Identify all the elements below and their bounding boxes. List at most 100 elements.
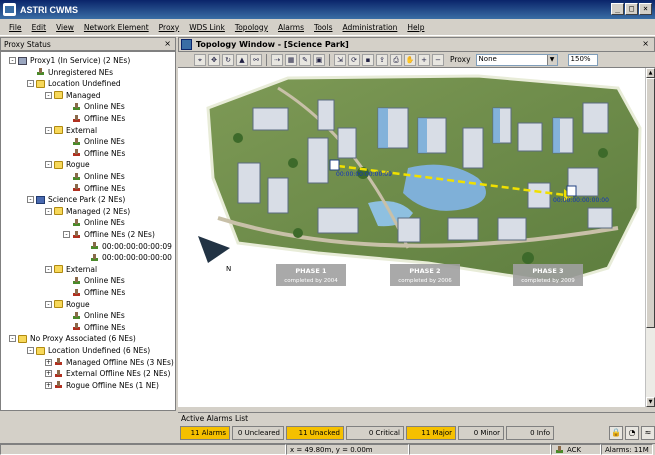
tree-item[interactable]: - Location Undefined (6 NEs) xyxy=(27,345,150,356)
tree-item[interactable]: Offline NEs xyxy=(63,322,125,333)
collapse-icon[interactable]: - xyxy=(9,335,16,343)
menu-view[interactable]: View xyxy=(51,23,79,32)
tree-item[interactable]: Online NEs xyxy=(63,101,125,112)
menu-help[interactable]: Help xyxy=(402,23,429,32)
tree-item[interactable]: Online NEs xyxy=(63,310,125,321)
zoom-in-icon[interactable]: + xyxy=(418,53,430,66)
collapse-icon[interactable]: - xyxy=(27,196,34,204)
tree-item[interactable]: Unregistered NEs xyxy=(27,67,113,78)
alarm-count-critical[interactable]: 0 Critical xyxy=(346,426,404,440)
tree-item[interactable]: Offline NEs xyxy=(63,148,125,159)
pan-icon[interactable]: ✋ xyxy=(404,53,416,66)
tree-item[interactable]: - External xyxy=(45,264,97,275)
connect-icon[interactable]: ⇢ xyxy=(271,53,283,66)
alarm-count-major[interactable]: 11 Major xyxy=(406,426,456,440)
alarm-count-info[interactable]: 0 Info xyxy=(506,426,554,440)
close-button[interactable]: × xyxy=(639,3,652,15)
tree-item[interactable]: Online NEs xyxy=(63,275,125,286)
menu-tools[interactable]: Tools xyxy=(309,23,337,32)
tree-item[interactable]: - Proxy1 (In Service) (2 NEs) xyxy=(9,55,130,66)
refresh-icon[interactable]: ⟳ xyxy=(348,53,360,66)
menu-administration[interactable]: Administration xyxy=(338,23,403,32)
scroll-down-icon[interactable]: ▼ xyxy=(646,397,655,407)
topology-canvas[interactable]: 00:00:00:00:00:09 00:00:00:00:00:00 N PH… xyxy=(178,68,645,407)
collapse-icon[interactable]: - xyxy=(9,57,16,64)
collapse-icon[interactable]: - xyxy=(45,300,52,308)
collapse-icon[interactable]: - xyxy=(45,91,52,99)
select-tool-icon[interactable]: ⌖ xyxy=(194,53,206,66)
tree-item[interactable]: - Science Park (2 NEs) xyxy=(27,194,125,205)
collapse-icon[interactable]: - xyxy=(45,161,52,169)
tree-item[interactable]: Online NEs xyxy=(63,171,125,182)
close-topology-icon[interactable]: × xyxy=(642,39,649,48)
collapse-icon[interactable]: - xyxy=(27,80,34,88)
scroll-up-icon[interactable]: ▲ xyxy=(646,68,655,78)
tree-item[interactable]: - Rogue xyxy=(45,159,90,170)
tree-item[interactable]: - Managed (2 NEs) xyxy=(45,206,130,217)
menu-wds-link[interactable]: WDS Link xyxy=(184,23,230,32)
edit-map-icon[interactable]: ✎ xyxy=(299,53,311,66)
tree-item[interactable]: Offline NEs xyxy=(63,113,125,124)
maximize-button[interactable]: □ xyxy=(625,3,638,15)
tree-item[interactable]: 00:00:00:00:00:00 xyxy=(81,252,172,263)
node-marker[interactable] xyxy=(566,185,577,197)
alarm-count-total[interactable]: 11 Alarms xyxy=(180,426,230,440)
menu-topology[interactable]: Topology xyxy=(230,23,273,32)
collapse-icon[interactable]: - xyxy=(45,126,52,134)
rotate-tool-icon[interactable]: ↻ xyxy=(222,53,234,66)
tree-item[interactable]: 00:00:00:00:00:09 xyxy=(81,241,172,252)
menu-network-element[interactable]: Network Element xyxy=(79,23,154,32)
collapse-icon[interactable]: - xyxy=(27,347,34,354)
collapse-icon[interactable]: - xyxy=(45,207,52,215)
tree-item[interactable]: - Rogue xyxy=(45,299,90,310)
tree-item[interactable]: - Offline NEs (2 NEs) xyxy=(63,229,155,240)
tree-item[interactable]: - No Proxy Associated (6 NEs) xyxy=(9,333,136,344)
proxy-select[interactable]: None ▼ xyxy=(475,53,558,66)
menu-alarms[interactable]: Alarms xyxy=(273,23,309,32)
arrange-icon[interactable]: ⇲ xyxy=(334,53,346,66)
menu-edit[interactable]: Edit xyxy=(27,23,52,32)
link-tool-icon[interactable]: ⚯ xyxy=(250,53,262,66)
tree-item[interactable]: + Rogue Offline NEs (1 NE) xyxy=(45,380,159,391)
zoom-out-icon[interactable]: − xyxy=(432,53,444,66)
alarm-count-unacked[interactable]: 11 Unacked xyxy=(286,426,344,440)
alarm-count-uncleared[interactable]: 0 Uncleared xyxy=(232,426,284,440)
save-icon[interactable]: ▪ xyxy=(362,53,374,66)
tree-item[interactable]: Offline NEs xyxy=(63,183,125,194)
node-marker[interactable] xyxy=(329,159,340,171)
alarm-count-minor[interactable]: 0 Minor xyxy=(458,426,504,440)
menu-proxy[interactable]: Proxy xyxy=(154,23,185,32)
node-label-2[interactable]: 00:00:00:00:00:00 xyxy=(553,197,609,204)
expand-icon[interactable]: + xyxy=(45,381,52,389)
expand-up-icon[interactable]: ≈ xyxy=(641,426,655,440)
move-tool-icon[interactable]: ✥ xyxy=(208,53,220,66)
tree-item[interactable]: + Managed Offline NEs (3 NEs) xyxy=(45,357,174,368)
add-node-icon[interactable]: ▲ xyxy=(236,53,248,66)
ack-indicator[interactable]: ACK xyxy=(551,444,601,455)
expand-icon[interactable]: + xyxy=(45,358,52,366)
tree-item[interactable]: - Managed xyxy=(45,90,101,101)
map-icon[interactable]: ▦ xyxy=(285,53,297,66)
menu-file[interactable]: File xyxy=(4,23,27,32)
tree-item[interactable]: Online NEs xyxy=(63,217,125,228)
tree-item[interactable]: - External xyxy=(45,125,97,136)
scroll-thumb[interactable] xyxy=(646,78,655,328)
expand-icon[interactable]: + xyxy=(45,370,52,378)
collapse-icon[interactable]: - xyxy=(63,231,70,238)
zoom-field[interactable]: 150% xyxy=(567,53,598,66)
tree-item[interactable]: - Location Undefined xyxy=(27,78,121,89)
chevron-down-icon[interactable]: ▼ xyxy=(546,54,557,65)
background-icon[interactable]: ▣ xyxy=(313,53,325,66)
tree-item[interactable]: Offline NEs xyxy=(63,287,125,298)
node-label-1[interactable]: 00:00:00:00:00:09 xyxy=(336,171,392,178)
close-panel-icon[interactable]: × xyxy=(164,39,171,48)
bell-icon[interactable]: ◔ xyxy=(625,426,639,440)
tree-item[interactable]: Online NEs xyxy=(63,136,125,147)
tree-item[interactable]: + External Offline NEs (2 NEs) xyxy=(45,368,170,379)
minimize-button[interactable]: _ xyxy=(611,3,624,15)
topology-scrollbar[interactable]: ▲ ▼ xyxy=(645,68,655,407)
export-icon[interactable]: ⇪ xyxy=(376,53,388,66)
print-icon[interactable]: ⎙ xyxy=(390,53,402,66)
collapse-icon[interactable]: - xyxy=(45,265,52,273)
lock-icon[interactable]: 🔒 xyxy=(609,426,623,440)
